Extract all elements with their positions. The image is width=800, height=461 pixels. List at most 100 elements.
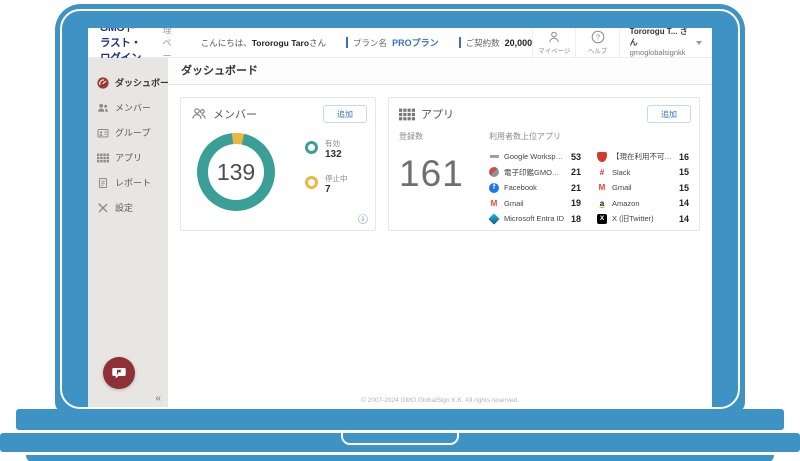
app-name: Amazon [612,199,672,208]
active-swatch-icon [305,141,318,154]
member-legend: 有効 132 停止中 7 [305,139,348,196]
mypage-person-icon [547,30,561,44]
sidebar-item-members[interactable]: メンバー [88,95,168,120]
app-user-count: 16 [677,152,689,162]
svg-text:?: ? [595,33,599,42]
settings-tools-icon [97,202,109,214]
add-app-button[interactable]: 追加 [647,105,691,123]
app-user-count: 14 [677,214,689,224]
app-card-title: アプリ [421,106,454,122]
app-user-count: 21 [569,167,581,177]
app-usage-row[interactable]: Gmail 15 [597,180,689,196]
member-card: メンバー 追加 139 有効 132 [180,97,376,231]
mypage-label: マイページ [538,45,570,55]
account-org: gmoglobalsignkk [630,48,691,58]
member-total-count: 139 [197,133,275,211]
dashboard-gauge-icon [97,77,109,89]
help-icon: ? [591,30,605,44]
mypage-button[interactable]: マイページ [532,28,575,57]
laptop-mockup: GMOトラスト・ログイン 管理ページ こんにちは、Tororogu Taroさん… [0,0,800,461]
app-name: Gmail [612,183,672,192]
top-apps-label: 利用者数上位アプリ [489,131,689,142]
app-name: Slack [612,168,672,177]
app-name: Gmail [504,199,564,208]
add-member-button[interactable]: 追加 [323,105,367,123]
plan-divider-bar [346,37,348,48]
sidebar-item-dashboard[interactable]: ダッシュボード [88,70,168,95]
app-name: Google Workspace [504,152,564,161]
active-value: 132 [325,149,342,161]
sidebar-item-label: グループ [115,126,150,139]
app-user-count: 15 [677,167,689,177]
chat-bubble-icon [111,365,127,381]
info-icon[interactable]: ⓘ [358,211,368,226]
plan-value: PROプラン [392,36,439,49]
member-card-title: メンバー [213,106,257,122]
gmo-sign-icon [489,167,499,177]
slack-icon [597,167,607,177]
x-twitter-icon [597,214,607,224]
app-usage-row[interactable]: Slack 15 [597,165,689,181]
app-usage-row[interactable]: X (旧Twitter) 14 [597,211,689,227]
laptop-base-middle [0,433,800,452]
laptop-base-bottom [26,455,774,461]
sidebar-item-apps[interactable]: アプリ [88,145,168,170]
greeting-name: Tororogu Taro [252,38,309,48]
greeting-text: こんにちは、Tororogu Taroさん [201,37,326,49]
app-user-count: 53 [569,152,581,162]
active-label: 有効 [325,139,342,149]
page-title: ダッシュボード [168,58,712,85]
chevron-down-icon [696,41,702,45]
app-grid-icon [399,108,415,121]
sidebar-item-reports[interactable]: レポート [88,170,168,195]
app-user-count: 21 [569,183,581,193]
laptop-base-notch [341,433,459,445]
app-name: 電子印鑑GMOサイン [504,167,564,178]
app-name: X (旧Twitter) [612,213,672,224]
app-usage-row[interactable]: Facebook 21 [489,180,581,196]
app-usage-row[interactable]: 【現在利用不可】トラ… 16 [597,149,689,165]
registered-count-value: 161 [399,153,489,195]
microsoft-entra-id-icon [489,214,499,224]
chat-support-button[interactable] [103,357,135,389]
sidebar-item-settings[interactable]: 設定 [88,195,168,220]
screen-content: GMOトラスト・ログイン 管理ページ こんにちは、Tororogu Taroさん… [88,28,712,407]
suspended-label: 停止中 [325,174,348,184]
app-user-count: 19 [569,198,581,208]
gmail-icon [489,198,499,208]
legend-item-suspended: 停止中 7 [305,174,348,196]
sidebar-collapse-button[interactable]: « [155,393,161,404]
greeting-suffix: さん [309,38,326,48]
account-menu[interactable]: Tororogu T... さん gmoglobalsignkk [619,28,712,57]
account-name: Tororogu T... さん [630,28,691,48]
sidebar-item-label: メンバー [115,101,151,114]
sidebar-item-groups[interactable]: グループ [88,120,168,145]
unavailable-app-shield-icon [597,152,607,162]
app-user-count: 15 [677,183,689,193]
header-right-group: マイページ ? ヘルプ Tororogu T... さん gmoglobalsi… [532,28,712,57]
suspended-value: 7 [325,184,348,196]
sidebar-item-label: 設定 [115,201,133,214]
copyright-text: © 2007-2024 GMO GlobalSign K.K. All righ… [168,397,712,404]
app-usage-row[interactable]: Gmail 19 [489,196,581,212]
top-apps-list: Google Workspace 53 電子印鑑GMOサイン 21 [489,149,689,227]
app-usage-row[interactable]: 電子印鑑GMOサイン 21 [489,165,581,181]
app-usage-row[interactable]: Amazon 14 [597,196,689,212]
app-name: 【現在利用不可】トラ… [612,151,672,162]
sidebar-item-label: アプリ [115,151,142,164]
member-donut-chart: 139 [197,133,275,211]
suspended-swatch-icon [305,176,318,189]
plan-info: プラン名 PROプラン [346,36,439,49]
help-button[interactable]: ? ヘルプ [575,28,618,57]
main-content: ダッシュボード メンバー 追加 139 [168,58,712,407]
sidebar-item-label: レポート [115,176,151,189]
members-people-icon [97,102,109,114]
legend-item-active: 有効 132 [305,139,348,161]
app-user-count: 14 [677,198,689,208]
app-usage-row[interactable]: Microsoft Entra ID 18 [489,211,581,227]
amazon-icon [597,198,607,208]
contract-label: ご契約数 [466,37,500,49]
registered-count-label: 登録数 [399,131,489,142]
google-workspace-icon [489,152,499,162]
app-usage-row[interactable]: Google Workspace 53 [489,149,581,165]
